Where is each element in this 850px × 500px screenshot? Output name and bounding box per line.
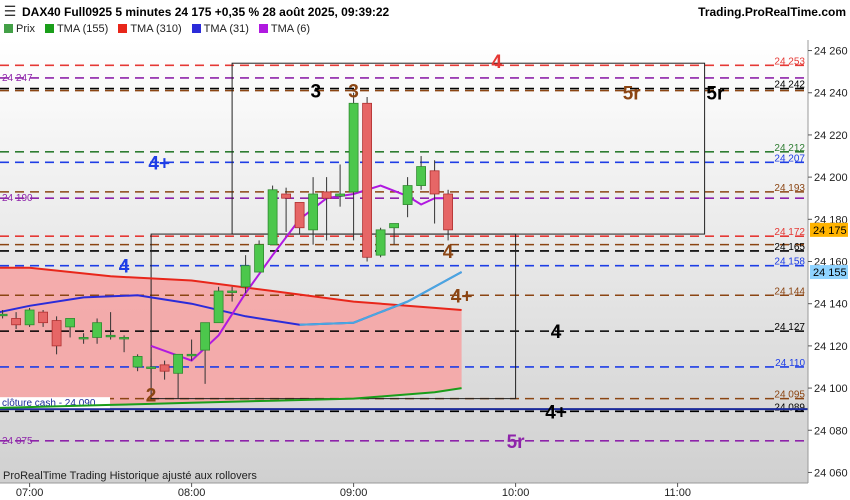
candle-body[interactable] xyxy=(78,337,89,340)
candle-body[interactable] xyxy=(213,290,224,324)
candle-body[interactable] xyxy=(119,337,129,340)
price-chart[interactable]: 24 25324 24724 24224 21224 20724 19324 1… xyxy=(0,0,850,500)
wave-annotation: 5r xyxy=(507,432,526,453)
last-price-label: 24 175 xyxy=(813,225,847,237)
level-label: 24 158 xyxy=(774,257,805,268)
candle-body[interactable] xyxy=(65,318,75,328)
wave-annotation: 4 xyxy=(443,242,454,263)
candle-body[interactable] xyxy=(132,356,143,368)
candle-body[interactable] xyxy=(443,193,454,231)
wave-annotation: 3 xyxy=(348,82,359,103)
wave-annotation: 5r xyxy=(706,84,725,105)
x-tick-label: 09:00 xyxy=(340,487,368,499)
level-label: 24 110 xyxy=(775,358,805,369)
level-label: 24 253 xyxy=(774,56,805,67)
candle-body[interactable] xyxy=(308,193,319,231)
candle-body[interactable] xyxy=(227,290,238,293)
candle-body[interactable] xyxy=(11,318,22,326)
wave-annotation: 4 xyxy=(119,257,130,278)
level-left-label: 24 075 xyxy=(2,436,33,447)
candle-body[interactable] xyxy=(294,202,305,229)
level-label: 24 144 xyxy=(774,286,805,297)
candle-body[interactable] xyxy=(416,166,427,186)
y-tick-label: 24 200 xyxy=(814,172,848,184)
candle-body[interactable] xyxy=(186,353,197,357)
candle-body[interactable] xyxy=(254,244,265,273)
tma-value-label: 24 155 xyxy=(813,267,847,279)
candle-body[interactable] xyxy=(389,223,400,229)
candle-body[interactable] xyxy=(281,193,292,199)
candle-body[interactable] xyxy=(38,311,48,324)
candle-body[interactable] xyxy=(375,229,386,256)
candle-body[interactable] xyxy=(240,265,251,288)
y-tick-label: 24 240 xyxy=(814,88,848,100)
candle-body[interactable] xyxy=(362,102,373,258)
candle-body[interactable] xyxy=(51,320,62,347)
candle-body[interactable] xyxy=(321,191,332,199)
level-label: 24 165 xyxy=(774,242,805,253)
candle-body[interactable] xyxy=(0,313,8,317)
wave-annotation: 4 xyxy=(491,52,502,73)
wave-annotation: 5r xyxy=(623,84,642,105)
y-tick-label: 24 080 xyxy=(814,425,848,437)
y-tick-label: 24 220 xyxy=(814,130,848,142)
x-tick-label: 08:00 xyxy=(178,487,206,499)
level-label: 24 172 xyxy=(774,227,805,238)
candle-body[interactable] xyxy=(105,334,116,338)
candle-body[interactable] xyxy=(200,322,211,351)
y-tick-label: 24 100 xyxy=(814,383,848,395)
candle-body[interactable] xyxy=(267,189,278,246)
candle-body[interactable] xyxy=(173,353,184,374)
candle-body[interactable] xyxy=(146,366,157,369)
level-label: 24 089 xyxy=(774,402,805,413)
wave-annotation: 4 xyxy=(551,322,562,343)
candle-body[interactable] xyxy=(402,185,413,205)
candle-body[interactable] xyxy=(159,364,170,372)
y-tick-label: 24 140 xyxy=(814,299,848,311)
wave-annotation: 4+ xyxy=(451,286,473,307)
candle-body[interactable] xyxy=(429,170,440,195)
level-label: 24 207 xyxy=(774,153,805,164)
y-tick-label: 24 060 xyxy=(814,467,848,479)
level-label: 24 127 xyxy=(774,322,805,333)
x-tick-label: 07:00 xyxy=(16,487,44,499)
level-label: 24 242 xyxy=(774,80,805,91)
wave-annotation: 4+ xyxy=(148,153,170,174)
candle-body[interactable] xyxy=(348,102,359,193)
level-left-label: 24 190 xyxy=(2,193,33,204)
candle-body[interactable] xyxy=(92,322,102,338)
level-label: 24 193 xyxy=(774,183,805,194)
y-tick-label: 24 120 xyxy=(814,341,848,353)
candle-body[interactable] xyxy=(24,309,35,326)
x-axis-panel xyxy=(0,483,850,500)
candle-body[interactable] xyxy=(335,193,346,197)
wave-annotation: 3 xyxy=(311,82,322,103)
x-tick-label: 11:00 xyxy=(664,487,691,499)
footer-note: ProRealTime Trading Historique ajusté au… xyxy=(3,470,257,482)
y-tick-label: 24 260 xyxy=(814,46,848,58)
x-tick-label: 10:00 xyxy=(502,487,530,499)
wave-annotation: 4+ xyxy=(545,402,567,423)
level-left-label: 24 247 xyxy=(2,73,33,84)
level-label: 24 212 xyxy=(774,143,805,154)
level-label: 24 095 xyxy=(774,390,805,401)
wave-annotation: 2 xyxy=(146,385,157,406)
